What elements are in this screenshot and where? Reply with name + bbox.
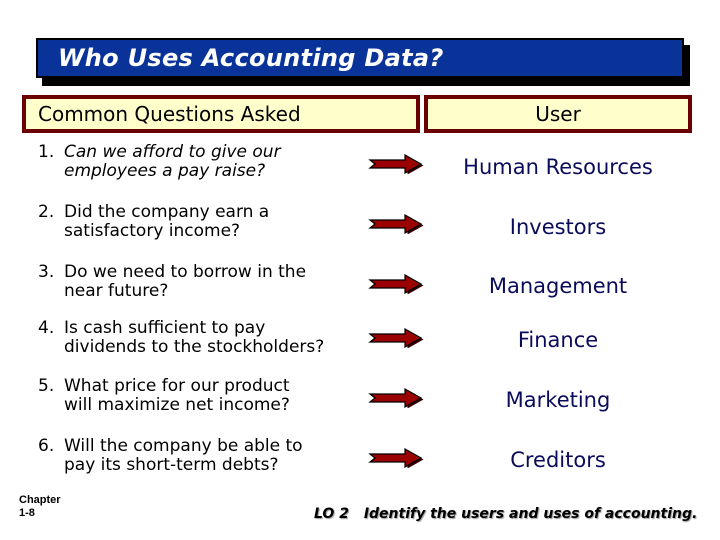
question-number: 2. xyxy=(38,202,55,222)
user-label: Human Resources xyxy=(463,155,653,179)
question-item: 5. What price for our product will maxim… xyxy=(38,377,368,415)
question-line-1: Did the company earn a xyxy=(64,202,270,222)
title-bar: Who Uses Accounting Data? xyxy=(36,38,684,78)
question-item: 3. Do we need to borrow in the near futu… xyxy=(38,263,368,301)
learning-objective: LO 2 Identify the users and uses of acco… xyxy=(314,505,697,523)
user-label: Marketing xyxy=(505,388,611,412)
question-line-1: Is cash sufficient to pay xyxy=(64,318,266,338)
question-number: 1. xyxy=(38,142,55,162)
user-label: Creditors xyxy=(510,448,606,472)
question-number: 5. xyxy=(38,376,55,396)
user-header: User xyxy=(424,95,692,133)
user-label: Finance xyxy=(517,328,599,352)
right-arrow-icon xyxy=(368,448,424,468)
question-line-2: satisfactory income? xyxy=(64,221,241,241)
chapter-text: Chapter xyxy=(19,494,61,506)
question-line-1: What price for our product xyxy=(64,376,290,396)
question-item: 2. Did the company earn a satisfactory i… xyxy=(38,203,368,241)
question-line-1: Will the company be able to xyxy=(64,436,303,456)
right-arrow-icon xyxy=(368,388,424,408)
question-number: 4. xyxy=(38,318,55,338)
question-item: 1. Can we afford to give our employees a… xyxy=(38,143,368,181)
chapter-page-number: 1-8 xyxy=(19,507,35,519)
question-line-2: will maximize net income? xyxy=(64,395,290,415)
question-line-2: employees a pay raise? xyxy=(64,161,266,181)
right-arrow-icon xyxy=(368,274,424,294)
question-line-1: Do we need to borrow in the xyxy=(64,262,307,282)
slide-title: Who Uses Accounting Data? xyxy=(58,44,444,72)
learning-objective-text: Identify the users and uses of accountin… xyxy=(363,506,698,522)
right-arrow-icon xyxy=(368,154,424,174)
question-item: 4. Is cash sufficient to pay dividends t… xyxy=(38,319,368,357)
right-arrow-icon xyxy=(368,214,424,234)
question-line-2: pay its short-term debts? xyxy=(64,455,279,475)
question-line-2: dividends to the stockholders? xyxy=(64,337,325,357)
question-number: 3. xyxy=(38,262,55,282)
right-arrow-icon xyxy=(368,328,424,348)
chapter-label: Chapter 1-8 xyxy=(19,494,61,520)
question-line-1: Can we afford to give our xyxy=(64,142,281,162)
user-label: Investors xyxy=(509,215,607,239)
questions-header: Common Questions Asked xyxy=(22,95,420,133)
learning-objective-number: LO 2 xyxy=(314,506,349,522)
question-item: 6. Will the company be able to pay its s… xyxy=(38,437,368,475)
user-label: Management xyxy=(488,274,628,298)
question-number: 6. xyxy=(38,436,55,456)
questions-header-label: Common Questions Asked xyxy=(38,102,301,126)
user-header-label: User xyxy=(535,102,581,126)
question-line-2: near future? xyxy=(64,281,169,301)
